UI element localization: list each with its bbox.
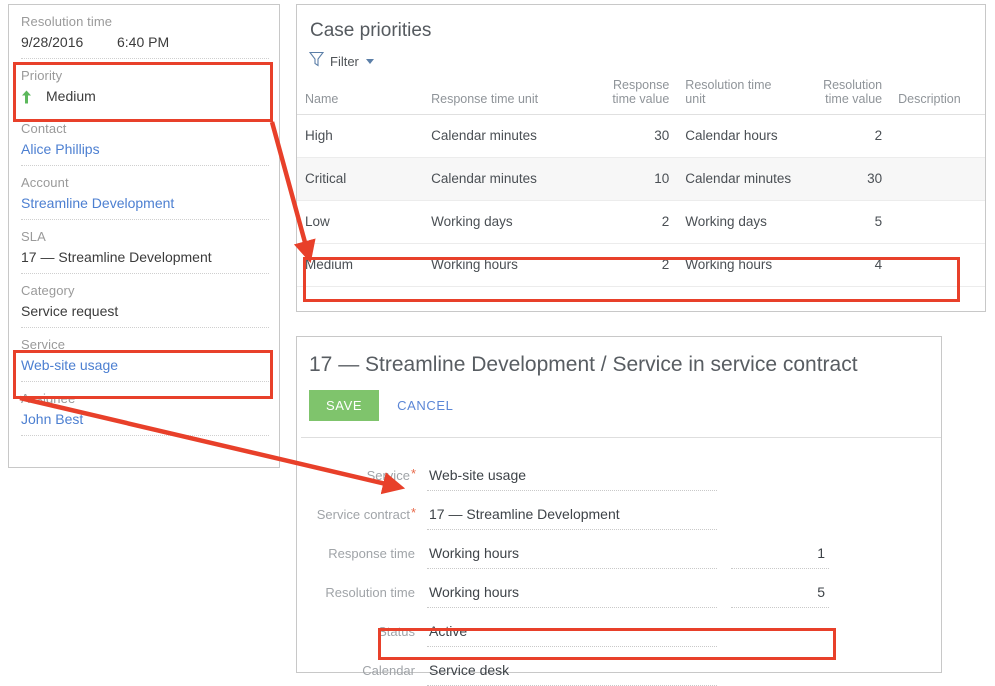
field-sla: SLA 17 — Streamline Development [9,220,269,274]
form-row-response-time: Response time Working hours 1 [297,542,941,569]
contact-link[interactable]: Alice Phillips [21,136,269,166]
column-header-description[interactable]: Description [890,78,985,115]
cell-description [890,158,985,201]
cell-response-value: 2 [587,201,678,244]
field-category: Category Service request [9,274,269,328]
field-service[interactable]: Service Web-site usage [9,328,269,382]
field-value: 9/28/20166:40 PM [21,29,269,59]
case-priorities-panel: Case priorities Filter Name Response tim… [296,4,986,312]
form-label: Status [297,620,415,641]
save-button[interactable]: SAVE [309,390,379,421]
page-title: Case priorities [297,5,985,43]
contract-action-bar: SAVE CANCEL [297,378,941,421]
status-field[interactable]: Active [427,620,717,647]
priorities-table: Name Response time unit Response time va… [297,78,985,287]
cell-resolution-unit: Calendar hours [677,115,801,158]
cell-response-unit: Working days [423,201,586,244]
table-row[interactable]: High Calendar minutes 30 Calendar hours … [297,115,985,158]
field-label: Category [21,274,269,298]
form-row-service: Service* Web-site usage [297,464,941,491]
cell-response-value: 30 [587,115,678,158]
form-row-service-contract: Service contract* 17 — Streamline Develo… [297,503,941,530]
response-time-value-field[interactable]: 1 [731,542,829,569]
field-account[interactable]: Account Streamline Development [9,166,269,220]
field-label: Priority [21,59,269,83]
cell-name: Critical [297,158,423,201]
cell-resolution-value: 4 [801,244,890,287]
filter-label: Filter [330,54,359,69]
service-link[interactable]: Web-site usage [21,352,269,382]
form-label: Resolution time [297,581,415,602]
cell-response-unit: Calendar minutes [423,158,586,201]
field-value: Medium [21,83,269,112]
cell-response-unit: Working hours [423,244,586,287]
column-header-response-unit[interactable]: Response time unit [423,78,586,115]
form-label: Service contract* [297,503,415,524]
column-header-resolution-value[interactable]: Resolution time value [801,78,890,115]
account-link[interactable]: Streamline Development [21,190,269,220]
column-header-name[interactable]: Name [297,78,423,115]
cell-name: High [297,115,423,158]
sla-value: 17 — Streamline Development [21,244,269,274]
cell-description [890,115,985,158]
field-contact[interactable]: Contact Alice Phillips [9,112,269,166]
required-marker: * [411,466,416,481]
field-resolution-time: Resolution time 9/28/20166:40 PM [9,5,269,59]
field-label: Resolution time [21,5,269,29]
field-assignee[interactable]: Assignee John Best [9,382,269,436]
field-label: Contact [21,112,269,136]
cell-resolution-unit: Working days [677,201,801,244]
form-row-resolution-time: Resolution time Working hours 5 [297,581,941,608]
column-header-resolution-unit[interactable]: Resolution time unit [677,78,801,115]
form-label: Calendar [297,659,415,680]
form-row-status: Status Active [297,620,941,647]
cell-resolution-value: 30 [801,158,890,201]
cell-name: Low [297,201,423,244]
field-priority[interactable]: Priority Medium [9,59,269,112]
table-row[interactable]: Low Working days 2 Working days 5 [297,201,985,244]
chevron-down-icon[interactable] [366,59,374,64]
resolution-time-value-field[interactable]: 5 [731,581,829,608]
response-time-unit-field[interactable]: Working hours [427,542,717,569]
service-contract-field[interactable]: 17 — Streamline Development [427,503,717,530]
required-marker: * [411,505,416,520]
cell-description [890,244,985,287]
cell-resolution-value: 2 [801,115,890,158]
category-value: Service request [21,298,269,328]
cell-resolution-unit: Working hours [677,244,801,287]
resolution-time-value: 6:40 PM [117,34,169,50]
table-row[interactable]: Medium Working hours 2 Working hours 4 [297,244,985,287]
cell-response-value: 10 [587,158,678,201]
cell-response-unit: Calendar minutes [423,115,586,158]
column-header-response-value[interactable]: Response time value [587,78,678,115]
service-field[interactable]: Web-site usage [427,464,717,491]
cell-response-value: 2 [587,244,678,287]
table-row[interactable]: Critical Calendar minutes 10 Calendar mi… [297,158,985,201]
cell-name: Medium [297,244,423,287]
resolution-time-unit-field[interactable]: Working hours [427,581,717,608]
field-label: Assignee [21,382,269,406]
assignee-link[interactable]: John Best [21,406,269,436]
cell-resolution-value: 5 [801,201,890,244]
case-details-panel: Resolution time 9/28/20166:40 PM Priorit… [8,4,280,468]
resolution-date-value: 9/28/2016 [21,34,117,51]
form-label: Response time [297,542,415,563]
arrow-up-icon [21,90,32,104]
filter-button[interactable]: Filter [297,43,374,72]
cell-description [890,201,985,244]
priority-value: Medium [46,88,96,105]
contract-form: Service* Web-site usage Service contract… [297,438,941,686]
form-label: Service* [297,464,415,485]
field-label: SLA [21,220,269,244]
service-contract-panel: 17 — Streamline Development / Service in… [296,336,942,673]
table-header-row: Name Response time unit Response time va… [297,78,985,115]
funnel-icon [309,51,324,72]
field-label: Service [21,328,269,352]
cancel-button[interactable]: CANCEL [397,398,453,413]
field-label: Account [21,166,269,190]
contract-title: 17 — Streamline Development / Service in… [297,337,941,378]
cell-resolution-unit: Calendar minutes [677,158,801,201]
